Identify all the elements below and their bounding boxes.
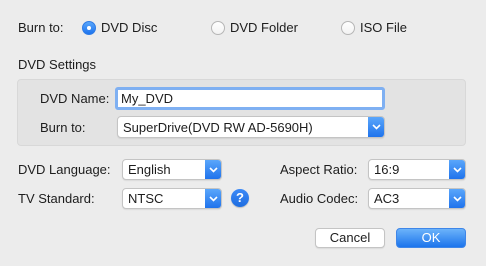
aspect-ratio-select[interactable]: 16:9: [368, 159, 466, 180]
burn-to-drive-label: Burn to:: [40, 120, 86, 135]
radio-selected-icon: [82, 21, 96, 35]
radio-unselected-icon: [211, 21, 225, 35]
dvd-settings-heading: DVD Settings: [18, 57, 97, 72]
chevron-down-icon: [368, 117, 384, 137]
burn-to-drive-value: SuperDrive(DVD RW AD-5690H): [123, 119, 313, 135]
aspect-ratio-value: 16:9: [374, 162, 400, 177]
radio-unselected-icon: [341, 21, 355, 35]
dvd-language-select[interactable]: English: [122, 159, 222, 180]
radio-dvd-disc-label: DVD Disc: [101, 20, 158, 35]
burn-to-drive-select[interactable]: SuperDrive(DVD RW AD-5690H): [117, 116, 385, 138]
dvd-name-label: DVD Name:: [40, 91, 110, 106]
audio-codec-label: Audio Codec:: [280, 191, 359, 206]
ok-button[interactable]: OK: [396, 228, 466, 248]
burn-to-label: Burn to:: [18, 20, 64, 35]
help-icon[interactable]: ?: [231, 189, 249, 207]
tv-standard-select[interactable]: NTSC: [122, 188, 222, 209]
radio-dvd-disc[interactable]: DVD Disc: [82, 20, 157, 36]
chevron-down-icon: [205, 160, 221, 179]
aspect-ratio-label: Aspect Ratio:: [280, 162, 358, 177]
dvd-language-label: DVD Language:: [18, 162, 111, 177]
audio-codec-value: AC3: [374, 191, 400, 206]
dvd-name-input[interactable]: [115, 87, 385, 110]
tv-standard-label: TV Standard:: [18, 191, 95, 206]
audio-codec-select[interactable]: AC3: [368, 188, 466, 209]
chevron-down-icon: [449, 189, 465, 208]
cancel-button[interactable]: Cancel: [315, 228, 385, 248]
radio-dvd-folder-label: DVD Folder: [230, 20, 298, 35]
chevron-down-icon: [205, 189, 221, 208]
radio-dvd-folder[interactable]: DVD Folder: [211, 20, 298, 36]
radio-iso-file-label: ISO File: [360, 20, 407, 35]
chevron-down-icon: [449, 160, 465, 179]
dvd-language-value: English: [128, 162, 171, 177]
radio-iso-file[interactable]: ISO File: [341, 20, 407, 36]
tv-standard-value: NTSC: [128, 191, 164, 206]
